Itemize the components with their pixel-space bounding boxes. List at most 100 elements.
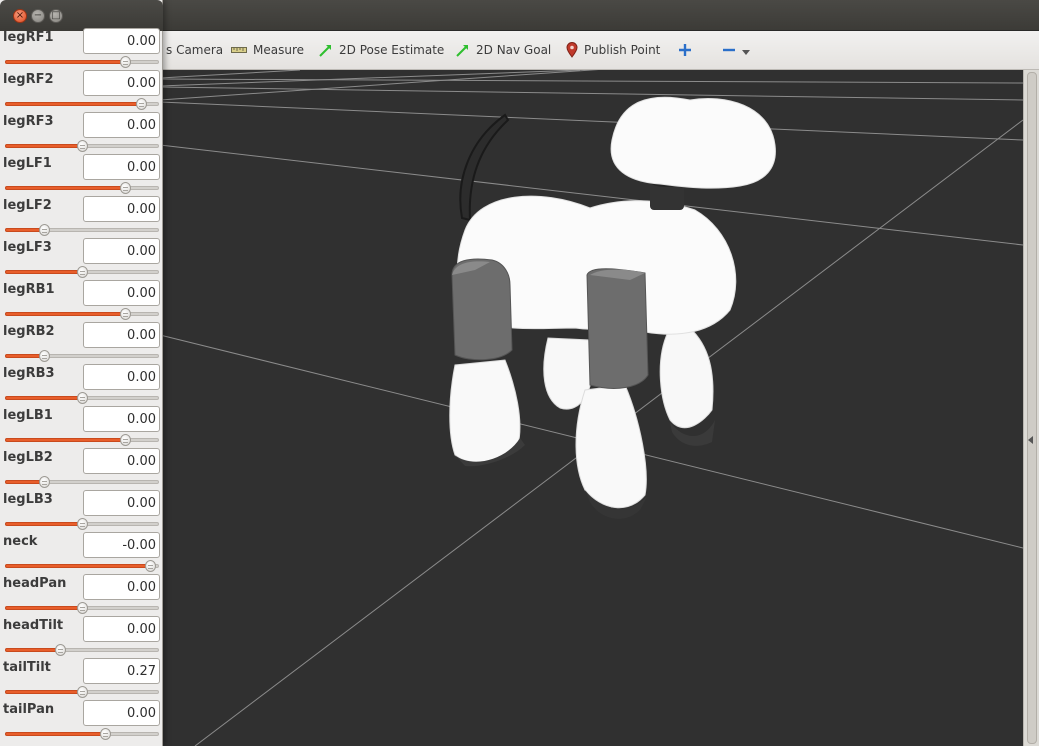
minimize-button[interactable]: − [31,9,45,23]
joint-value-field[interactable]: 0.00 [83,196,160,222]
joint-value-field[interactable]: 0.00 [83,364,160,390]
joint-row-legLF1: legLF1 0.00 [0,154,163,196]
joint-value-field[interactable]: 0.00 [83,28,160,54]
joint-value-field[interactable]: 0.00 [83,280,160,306]
joint-slider[interactable] [5,266,159,278]
slider-thumb[interactable] [100,728,111,740]
joint-label: legRB3 [3,366,55,381]
side-panel-strip [1023,70,1039,746]
tool-2d-nav-goal[interactable]: 2D Nav Goal [455,40,551,60]
green-arrow-icon [318,43,333,58]
joint-row-legLB1: legLB1 0.00 [0,406,163,448]
slider-thumb[interactable] [39,476,50,488]
joint-row-legLF3: legLF3 0.00 [0,238,163,280]
plus-icon [678,43,692,57]
slider-thumb[interactable] [77,266,88,278]
slider-fill [5,270,82,274]
chevron-down-icon [742,50,750,56]
tool-2d-pose-estimate[interactable]: 2D Pose Estimate [318,40,444,60]
joint-row-headTilt: headTilt 0.00 [0,616,163,658]
jsp-titlebar[interactable]: × − □ [0,0,163,31]
slider-fill [5,522,82,526]
slider-thumb[interactable] [77,602,88,614]
slider-thumb[interactable] [39,350,50,362]
joint-row-tailTilt: tailTilt 0.27 [0,658,163,700]
joint-slider[interactable] [5,518,159,530]
joint-slider[interactable] [5,98,159,110]
close-button[interactable]: × [13,9,27,23]
joint-slider[interactable] [5,392,159,404]
joint-slider[interactable] [5,602,159,614]
joint-value-field[interactable]: 0.00 [83,322,160,348]
tool-measure[interactable]: Measure [231,40,304,60]
joint-value-field[interactable]: 0.00 [83,616,160,642]
joint-value-field[interactable]: -0.00 [83,532,160,558]
slider-fill [5,60,125,64]
joint-row-legLF2: legLF2 0.00 [0,196,163,238]
tool-label: Publish Point [584,43,661,57]
joint-value-field[interactable]: 0.00 [83,490,160,516]
slider-thumb[interactable] [120,182,131,194]
joint-label: headTilt [3,618,64,633]
joint-slider[interactable] [5,476,159,488]
joint-slider[interactable] [5,728,159,740]
joint-slider[interactable] [5,644,159,656]
slider-fill [5,564,150,568]
slider-thumb[interactable] [145,560,156,572]
joint-slider[interactable] [5,140,159,152]
slider-fill [5,312,125,316]
slider-thumb[interactable] [77,686,88,698]
joint-label: legRB2 [3,324,55,339]
add-tool-button[interactable] [678,40,692,60]
joint-slider[interactable] [5,350,159,362]
joint-slider[interactable] [5,434,159,446]
joint-slider[interactable] [5,182,159,194]
joint-value-field[interactable]: 0.00 [83,112,160,138]
joint-value-field[interactable]: 0.00 [83,448,160,474]
collapse-arrow-icon[interactable] [1028,436,1033,444]
joint-slider[interactable] [5,560,159,572]
joint-label: tailTilt [3,660,51,675]
joint-value-field[interactable]: 0.00 [83,154,160,180]
ruler-icon [231,46,247,54]
green-arrow-icon [455,43,470,58]
slider-thumb[interactable] [120,56,131,68]
joint-row-tailPan: tailPan 0.00 [0,700,163,742]
joint-row-headPan: headPan 0.00 [0,574,163,616]
side-panel-scrollbar[interactable] [1027,72,1037,744]
slider-fill [5,648,60,652]
joint-value-field[interactable]: 0.00 [83,238,160,264]
joint-slider[interactable] [5,686,159,698]
slider-thumb[interactable] [39,224,50,236]
joint-label: legLF3 [3,240,52,255]
joint-label: legRF3 [3,114,54,129]
tool-publish-point[interactable]: Publish Point [566,40,660,60]
joint-value-field[interactable]: 0.00 [83,700,160,726]
joint-label: neck [3,534,38,549]
slider-thumb[interactable] [120,434,131,446]
tool-focus-camera[interactable]: s Camera [166,40,223,60]
joint-value-field[interactable]: 0.27 [83,658,160,684]
slider-thumb[interactable] [77,518,88,530]
joint-slider[interactable] [5,224,159,236]
joint-row-legLB3: legLB3 0.00 [0,490,163,532]
remove-tool-button[interactable] [722,40,750,60]
joint-row-legRB3: legRB3 0.00 [0,364,163,406]
joint-value-field[interactable]: 0.00 [83,406,160,432]
maximize-button[interactable]: □ [49,9,63,23]
slider-thumb[interactable] [77,392,88,404]
slider-thumb[interactable] [120,308,131,320]
joint-slider[interactable] [5,308,159,320]
joint-label: headPan [3,576,67,591]
slider-fill [5,690,82,694]
slider-thumb[interactable] [136,98,147,110]
joint-slider[interactable] [5,56,159,68]
minus-icon [722,43,736,57]
slider-thumb[interactable] [55,644,66,656]
slider-fill [5,102,141,106]
map-pin-icon [566,42,578,58]
slider-fill [5,144,82,148]
joint-value-field[interactable]: 0.00 [83,70,160,96]
slider-thumb[interactable] [77,140,88,152]
joint-value-field[interactable]: 0.00 [83,574,160,600]
